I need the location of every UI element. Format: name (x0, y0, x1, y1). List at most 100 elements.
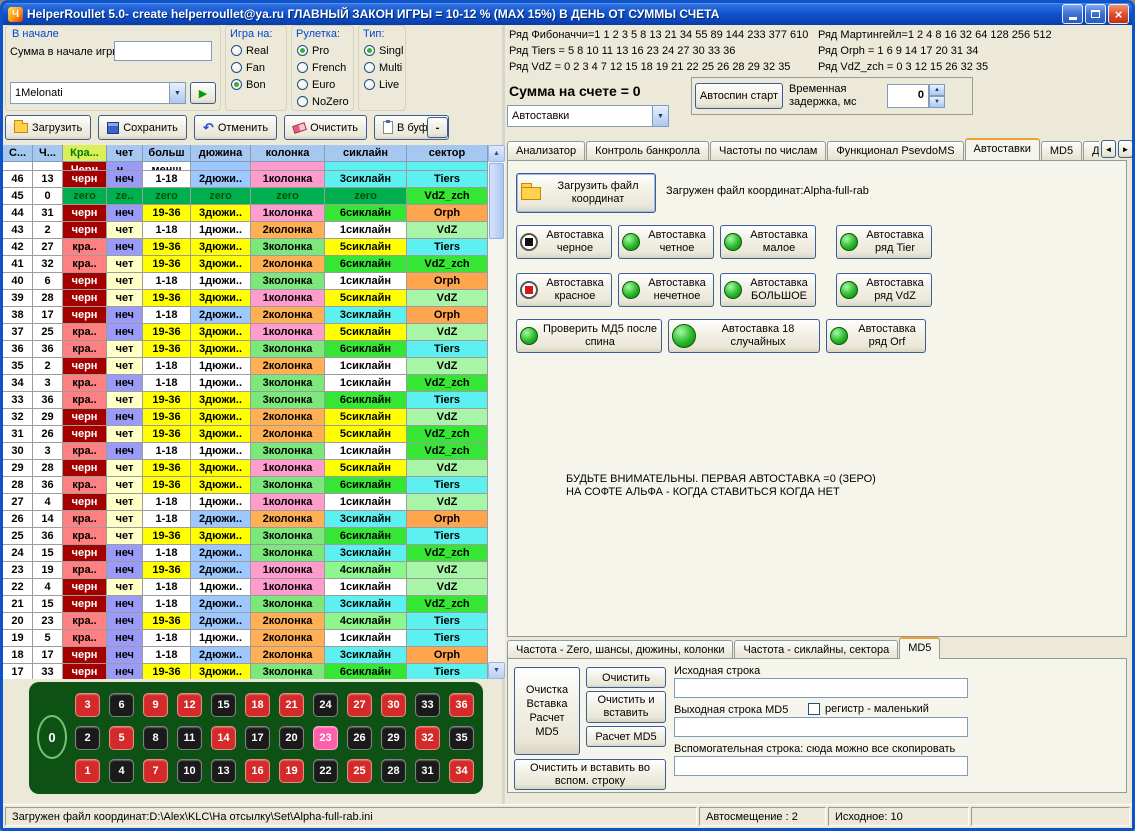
board-number[interactable]: 23 (313, 726, 338, 750)
aux-string-input[interactable] (674, 756, 968, 776)
autobet-ryad-orf-button[interactable]: Автоставка ряд Orf (826, 319, 926, 353)
board-number[interactable]: 14 (211, 726, 236, 750)
board-number[interactable]: 18 (245, 693, 270, 717)
board-number[interactable]: 5 (109, 726, 134, 750)
board-number[interactable]: 13 (211, 759, 236, 783)
board-number[interactable]: 6 (109, 693, 134, 717)
close-button[interactable]: × (1108, 4, 1129, 24)
save-button[interactable]: Сохранить (98, 115, 187, 140)
clear-paste-aux-button[interactable]: Очистить и вставить во вспом. строку (514, 759, 666, 790)
scroll-down-icon[interactable]: ▼ (488, 662, 505, 679)
tab-scroll-right-button[interactable]: ► (1118, 140, 1133, 158)
spinner-up-icon[interactable]: ▲ (929, 84, 945, 96)
scrollbar-thumb[interactable] (489, 163, 504, 239)
board-number[interactable]: 34 (449, 759, 474, 783)
main-tab-5[interactable]: MD5 (1041, 141, 1082, 160)
autobet-maloe-button[interactable]: Автоставка малое (720, 225, 816, 259)
board-number[interactable]: 22 (313, 759, 338, 783)
main-tab-6[interactable]: Делени (1083, 141, 1099, 160)
main-tab-3[interactable]: Функционал PsevdoMS (827, 141, 963, 160)
scroll-up-icon[interactable]: ▲ (488, 145, 505, 162)
autobet-krasnoe-button[interactable]: Автоставка красное (516, 273, 612, 307)
board-number[interactable]: 12 (177, 693, 202, 717)
autobet-random-18-button[interactable]: Автоставка 18 случайных (668, 319, 820, 353)
clear-paste-calc-button[interactable]: Очистка Вставка Расчет MD5 (514, 667, 580, 755)
output-string-input[interactable] (674, 717, 968, 737)
autobet-ryad-tier-button[interactable]: Автоставка ряд Tier (836, 225, 932, 259)
board-number[interactable]: 31 (415, 759, 440, 783)
board-number[interactable]: 32 (415, 726, 440, 750)
table-scrollbar[interactable]: ▲ ▼ (488, 145, 505, 679)
load-button[interactable]: Загрузить (5, 115, 91, 140)
main-tab-1[interactable]: Контроль банкролла (586, 141, 709, 160)
autospin-start-button[interactable]: Автоспин старт (695, 83, 783, 109)
board-number[interactable]: 25 (347, 759, 372, 783)
autobet-check-md5-button[interactable]: Проверить МД5 после спина (516, 319, 662, 353)
radio-real[interactable]: Real (231, 44, 281, 57)
autobet-chetnoe-button[interactable]: Автоставка четное (618, 225, 714, 259)
load-coords-button[interactable]: Загрузить файл координат (516, 173, 656, 213)
board-number[interactable]: 1 (75, 759, 100, 783)
radio-fan[interactable]: Fan (231, 61, 281, 74)
maximize-button[interactable] (1085, 4, 1106, 24)
board-number[interactable]: 26 (347, 726, 372, 750)
main-tab-0[interactable]: Анализатор (507, 141, 585, 160)
delay-value[interactable]: 0 (887, 84, 929, 108)
board-number[interactable]: 36 (449, 693, 474, 717)
clear-button[interactable]: Очистить (586, 667, 666, 688)
radio-french[interactable]: French (297, 61, 348, 74)
bottom-tab-2[interactable]: MD5 (899, 637, 940, 659)
spinner-down-icon[interactable]: ▼ (929, 96, 945, 108)
board-number[interactable]: 17 (245, 726, 270, 750)
board-number[interactable]: 11 (177, 726, 202, 750)
board-number[interactable]: 2 (75, 726, 100, 750)
bottom-tab-0[interactable]: Частота - Zero, шансы, дюжины, колонки (507, 640, 733, 659)
source-string-input[interactable] (674, 678, 968, 698)
chevron-down-icon[interactable]: ▼ (652, 106, 668, 126)
board-number[interactable]: 27 (347, 693, 372, 717)
board-number[interactable]: 8 (143, 726, 168, 750)
board-number[interactable]: 24 (313, 693, 338, 717)
radio-multi[interactable]: Multi (364, 61, 400, 74)
radio-pro[interactable]: Pro (297, 44, 348, 57)
board-number[interactable]: 29 (381, 726, 406, 750)
radio-bon[interactable]: Bon (231, 78, 281, 91)
chevron-down-icon[interactable]: ▼ (169, 83, 185, 103)
undo-button[interactable]: Отменить (194, 115, 277, 140)
collapse-button[interactable]: - (427, 117, 448, 138)
radio-live[interactable]: Live (364, 78, 400, 91)
clear-button[interactable]: Очистить (284, 115, 367, 140)
start-sum-input[interactable] (114, 41, 212, 61)
board-zero[interactable]: 0 (37, 715, 67, 759)
profile-combo[interactable]: 1Melonati ▼ (10, 82, 186, 104)
board-number[interactable]: 20 (279, 726, 304, 750)
board-number[interactable]: 4 (109, 759, 134, 783)
board-number[interactable]: 16 (245, 759, 270, 783)
autobet-bolshoe-button[interactable]: Автоставка БОЛЬШОЕ (720, 273, 816, 307)
board-number[interactable]: 15 (211, 693, 236, 717)
autobet-nechetnoe-button[interactable]: Автоставка нечетное (618, 273, 714, 307)
tab-scroll-left-button[interactable]: ◄ (1101, 140, 1116, 158)
clear-paste-button[interactable]: Очистить и вставить (586, 691, 666, 723)
board-number[interactable]: 10 (177, 759, 202, 783)
board-number[interactable]: 3 (75, 693, 100, 717)
board-number[interactable]: 19 (279, 759, 304, 783)
board-number[interactable]: 30 (381, 693, 406, 717)
radio-nozero[interactable]: NoZero (297, 95, 348, 108)
board-number[interactable]: 35 (449, 726, 474, 750)
minimize-button[interactable] (1062, 4, 1083, 24)
radio-euro[interactable]: Euro (297, 78, 348, 91)
main-tab-2[interactable]: Частоты по числам (710, 141, 826, 160)
board-number[interactable]: 33 (415, 693, 440, 717)
main-tab-4[interactable]: Автоставки (965, 138, 1040, 160)
autobet-ryad-vdz-button[interactable]: Автоставка ряд VdZ (836, 273, 932, 307)
board-number[interactable]: 21 (279, 693, 304, 717)
calc-md5-button[interactable]: Расчет MD5 (586, 726, 666, 747)
play-button[interactable]: ▶ (190, 82, 216, 104)
bottom-tab-1[interactable]: Частота - сиклайны, сектора (734, 640, 898, 659)
board-number[interactable]: 28 (381, 759, 406, 783)
board-number[interactable]: 9 (143, 693, 168, 717)
board-number[interactable]: 7 (143, 759, 168, 783)
register-checkbox[interactable] (808, 703, 820, 715)
radio-singl[interactable]: Singl (364, 44, 400, 57)
